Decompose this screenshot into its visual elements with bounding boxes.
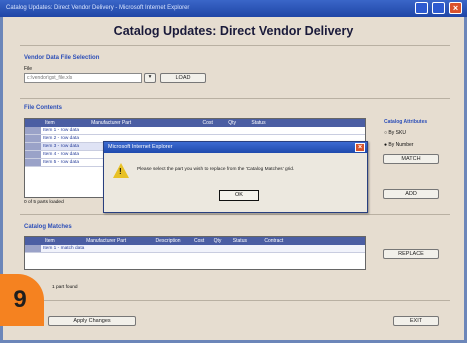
- column-header: Item: [45, 238, 55, 244]
- row-text: Item 1 - match data: [43, 246, 85, 251]
- option-by-number[interactable]: ● By Number: [384, 142, 413, 148]
- folder-open-icon[interactable]: ▾: [144, 73, 156, 83]
- column-header: Manufacturer Part: [91, 120, 132, 126]
- row-text: Item 2 - row data: [43, 136, 79, 141]
- column-header: Description: [155, 238, 181, 244]
- file-label: File: [24, 66, 33, 72]
- apply-changes-button[interactable]: Apply Changes: [48, 316, 136, 326]
- window-close-button[interactable]: ×: [449, 2, 462, 14]
- minimize-button[interactable]: [415, 2, 428, 14]
- grid-header: Item Manufacturer Part Cost Qty Status: [25, 119, 365, 127]
- ok-button[interactable]: OK: [219, 190, 259, 201]
- row-selector[interactable]: [25, 245, 41, 252]
- option-label: By SKU: [388, 130, 406, 136]
- column-header: Item: [45, 120, 55, 126]
- column-header: Contract: [264, 238, 284, 244]
- file-path-input[interactable]: [24, 73, 142, 83]
- column-header: Cost: [193, 238, 205, 244]
- radio-icon[interactable]: ○: [384, 130, 387, 136]
- row-text: Item 4 - row data: [43, 152, 79, 157]
- maximize-button[interactable]: [432, 2, 445, 14]
- file-contents-title: File Contents: [24, 105, 63, 111]
- row-text: Item 1 - row data: [43, 128, 79, 133]
- vendor-section-title: Vendor Data File Selection: [24, 55, 100, 61]
- row-text: Item 3 - row data: [43, 144, 79, 149]
- vendor-file-section: [20, 45, 450, 97]
- column-header: Manufacturer Part: [86, 238, 127, 244]
- dialog-title-bar: Microsoft Internet Explorer ×: [104, 142, 367, 153]
- column-header: Qty: [213, 238, 222, 244]
- option-label: By Number: [388, 142, 414, 148]
- row-selector[interactable]: [25, 159, 41, 166]
- catalog-matches-footer: 1 part found: [52, 285, 78, 290]
- dialog-close-button[interactable]: ×: [355, 143, 365, 152]
- replace-button[interactable]: REPLACE: [383, 249, 439, 259]
- catalog-matches-title: Catalog Matches: [24, 224, 72, 230]
- catalog-attributes-title: Catalog Attributes: [384, 119, 428, 125]
- row-selector[interactable]: [25, 135, 41, 142]
- column-header: Status: [232, 238, 247, 244]
- column-header: Qty: [228, 120, 236, 126]
- exit-button[interactable]: EXIT: [393, 316, 439, 326]
- window-title-bar: Catalog Updates: Direct Vendor Delivery …: [0, 0, 467, 17]
- bottom-divider: [20, 300, 450, 301]
- column-header: Status: [251, 120, 266, 126]
- table-row[interactable]: Item 1 - match data: [25, 245, 365, 253]
- file-contents-footer: 0 of 5 parts loaded: [24, 200, 64, 205]
- window-title: Catalog Updates: Direct Vendor Delivery …: [6, 5, 190, 11]
- column-header: Cost: [202, 120, 213, 126]
- load-button[interactable]: LOAD: [160, 73, 206, 83]
- page-title: Catalog Updates: Direct Vendor Delivery: [113, 24, 354, 38]
- row-selector[interactable]: [25, 151, 41, 158]
- dialog-title: Microsoft Internet Explorer: [108, 144, 173, 150]
- table-row[interactable]: Item 1 - row data: [25, 127, 365, 135]
- radio-icon[interactable]: ●: [384, 142, 387, 148]
- match-button[interactable]: MATCH: [383, 154, 439, 164]
- catalog-matches-grid: Item Manufacturer Part Description Cost …: [24, 236, 366, 270]
- add-button[interactable]: ADD: [383, 189, 439, 199]
- alert-dialog: Microsoft Internet Explorer × ! Please s…: [103, 141, 368, 213]
- row-selector[interactable]: [25, 143, 41, 150]
- dialog-message: Please select the part you wish to repla…: [137, 167, 295, 172]
- row-text: Item 5 - row data: [43, 160, 79, 165]
- row-selector[interactable]: [25, 127, 41, 134]
- option-by-sku[interactable]: ○ By SKU: [384, 130, 406, 136]
- grid-header: Item Manufacturer Part Description Cost …: [25, 237, 365, 245]
- step-number-badge: 9: [0, 274, 44, 326]
- warning-icon-mark: !: [119, 167, 122, 176]
